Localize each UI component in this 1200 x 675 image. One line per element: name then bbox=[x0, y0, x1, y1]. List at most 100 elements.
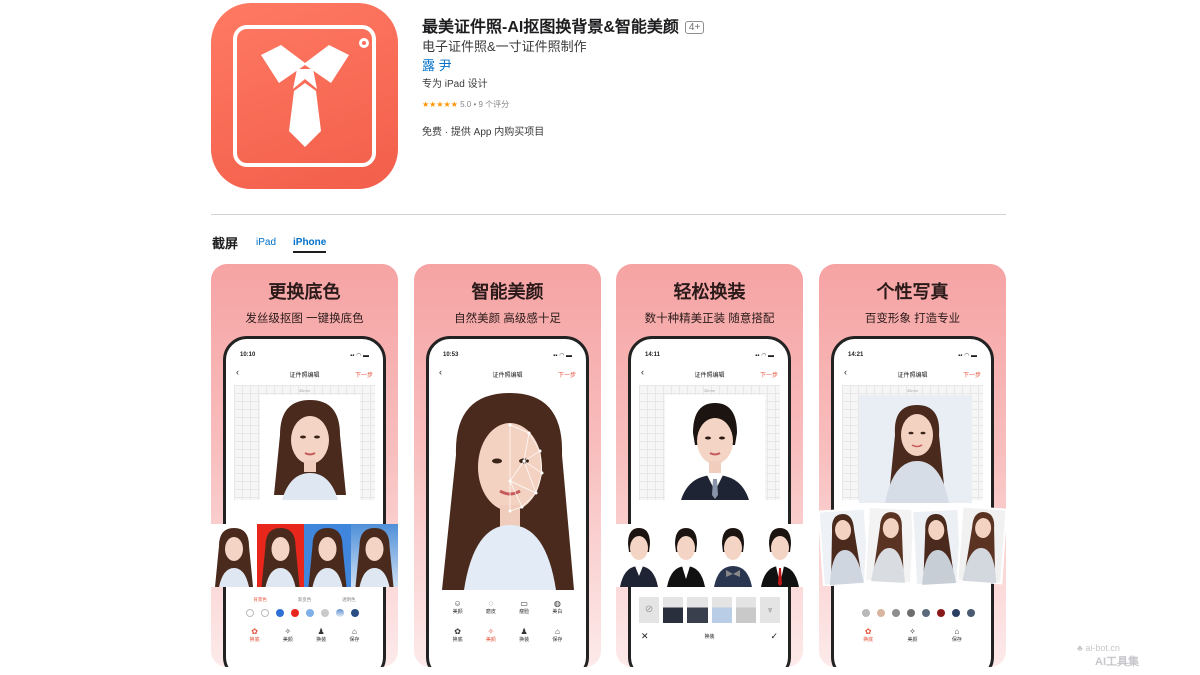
collage-photos bbox=[819, 505, 1006, 587]
screenshot-card-portrait[interactable]: 个性写真 百变形象 打造专业 14:21 ▪▪ ◠ ▬ ‹ 证件照编辑 下一步 … bbox=[819, 264, 1006, 667]
tool-slim[interactable]: ▭ 瘦脸 bbox=[519, 599, 529, 615]
variant-suit-1[interactable] bbox=[616, 524, 662, 587]
portrait-thumb bbox=[261, 528, 300, 587]
swatch-light-blue[interactable] bbox=[306, 609, 314, 617]
outfit-tie[interactable]: ♆ bbox=[759, 597, 781, 623]
tool-beauty[interactable]: ✧ 美颜 bbox=[907, 627, 917, 643]
tool-whiten[interactable]: ◍ 美白 bbox=[552, 599, 562, 615]
card-subtitle: 百变形象 打造专业 bbox=[864, 313, 961, 325]
outfit-shirt-white[interactable] bbox=[735, 597, 756, 623]
tool-label: 换装 bbox=[316, 637, 327, 643]
app-icon bbox=[211, 3, 398, 189]
watermark: ♣ ai-bot.cn AI工具集 bbox=[1077, 643, 1139, 669]
swatch-navy[interactable] bbox=[351, 609, 359, 617]
check-icon[interactable]: ✓ bbox=[770, 631, 778, 642]
section-divider bbox=[211, 214, 1006, 215]
slim-icon: ▭ bbox=[520, 599, 528, 608]
swatch-gray[interactable] bbox=[892, 609, 900, 617]
variant-white[interactable] bbox=[211, 524, 257, 587]
next-button[interactable]: 下一步 bbox=[558, 370, 576, 379]
photo-canvas: 35mm bbox=[639, 385, 780, 500]
swatch-maroon[interactable] bbox=[937, 609, 945, 617]
tie-icon bbox=[261, 45, 349, 147]
next-button[interactable]: 下一步 bbox=[355, 370, 373, 379]
rating-value: 5.0 bbox=[460, 100, 472, 109]
swatch-steel[interactable] bbox=[967, 609, 975, 617]
swatch-slate[interactable] bbox=[922, 609, 930, 617]
swatch-gray[interactable] bbox=[321, 609, 329, 617]
face-icon: ☺ bbox=[453, 599, 462, 608]
nav-bar: ‹ 证件照编辑 下一步 bbox=[226, 367, 383, 381]
swatch-dark-gray[interactable] bbox=[907, 609, 915, 617]
variant-suit-red-tie[interactable] bbox=[757, 524, 803, 587]
tab-solid-color[interactable]: 背景色 bbox=[253, 597, 267, 603]
portrait-thumb bbox=[215, 528, 253, 587]
status-icons: ▪▪ ◠ ▬ bbox=[958, 353, 977, 359]
swatch-beige[interactable] bbox=[877, 609, 885, 617]
variant-suit-2[interactable] bbox=[663, 524, 709, 587]
tool-label: 换底 bbox=[249, 637, 260, 643]
card-subtitle: 发丝级抠图 一键换底色 bbox=[245, 313, 364, 325]
save-icon: ⌂ bbox=[954, 627, 960, 636]
tab-ipad[interactable]: iPad bbox=[256, 237, 276, 248]
tool-save[interactable]: ⌂ 保存 bbox=[349, 627, 359, 643]
swatch-blue[interactable] bbox=[276, 609, 284, 617]
screenshot-card-outfit[interactable]: 轻松换装 数十种精美正装 随意搭配 14:11 ▪▪ ◠ ▬ ‹ 证件照编辑 下… bbox=[616, 264, 803, 667]
swatch-red[interactable] bbox=[291, 609, 299, 617]
screenshot-card-smart-beauty[interactable]: 智能美颜 自然美颜 高级感十足 10:53 ▪▪ ◠ ▬ ‹ 证件照编辑 下一步 bbox=[414, 264, 601, 667]
swatch-navy[interactable] bbox=[952, 609, 960, 617]
portrait-image bbox=[260, 395, 360, 500]
no-outfit-icon[interactable]: ⊘ bbox=[639, 597, 660, 623]
outfit-suit-dark[interactable] bbox=[663, 597, 684, 623]
next-button[interactable]: 下一步 bbox=[760, 370, 778, 379]
tool-beauty-face[interactable]: ☺ 美颜 bbox=[453, 599, 463, 615]
tool-smooth[interactable]: ◌ 磨皮 bbox=[486, 599, 496, 615]
tool-label: 换底 bbox=[452, 637, 463, 643]
card-title: 更换底色 bbox=[268, 282, 341, 302]
rating-count: • 9 个评分 bbox=[473, 100, 510, 109]
tool-save[interactable]: ⌂ 保存 bbox=[952, 627, 962, 643]
variant-blue[interactable] bbox=[304, 524, 351, 587]
outfit-suit-gray[interactable] bbox=[687, 597, 708, 623]
close-icon[interactable]: ✕ bbox=[641, 631, 649, 642]
swatch-gradient-blue[interactable] bbox=[336, 609, 344, 617]
tool-change-bg[interactable]: ✿ 换底 bbox=[863, 627, 873, 643]
bottom-toolbar: ✿ 换底 ✧ 美颜 ♟ 换装 ⌂ 保存 bbox=[441, 627, 574, 643]
variant-gradient[interactable] bbox=[351, 524, 398, 587]
tool-beauty[interactable]: ✧ 美颜 bbox=[283, 627, 293, 643]
watermark-logo-icon: ♣ bbox=[1077, 643, 1083, 653]
developer-link[interactable]: 露 尹 bbox=[422, 55, 452, 74]
portrait-thumb bbox=[761, 528, 799, 587]
swatch-silver[interactable] bbox=[862, 609, 870, 617]
tool-outfit[interactable]: ♟ 换装 bbox=[519, 627, 529, 643]
tool-label: 保存 bbox=[951, 637, 962, 643]
tool-change-bg[interactable]: ✿ 换底 bbox=[250, 627, 260, 643]
tool-label: 美颜 bbox=[452, 609, 463, 615]
tab-transparent-color[interactable]: 透明色 bbox=[342, 597, 356, 603]
tool-label: 换底 bbox=[863, 637, 874, 643]
screenshot-card-change-background[interactable]: 更换底色 发丝级抠图 一键换底色 10:10 ▪▪ ◠ ▬ ‹ 证件照编辑 下一… bbox=[211, 264, 398, 667]
tab-gradient-color[interactable]: 渐变色 bbox=[298, 597, 312, 603]
outfit-shirt-blue[interactable] bbox=[711, 597, 732, 623]
price-info: 免费 · 提供 App 内购买项目 bbox=[422, 127, 545, 138]
status-icons: ▪▪ ◠ ▬ bbox=[350, 353, 369, 359]
tool-beauty[interactable]: ✧ 美颜 bbox=[486, 627, 496, 643]
swatch-white[interactable] bbox=[261, 609, 269, 617]
app-title: 最美证件照-AI抠图换背景&智能美颜 4+ bbox=[422, 13, 705, 37]
card-title: 个性写真 bbox=[876, 282, 949, 302]
variant-suit-bow[interactable] bbox=[710, 524, 756, 587]
next-button[interactable]: 下一步 bbox=[963, 370, 981, 379]
portrait-thumb bbox=[714, 528, 752, 587]
tab-iphone[interactable]: iPhone bbox=[293, 237, 327, 253]
color-tabs[interactable]: 背景色 渐变色 透明色 bbox=[238, 597, 371, 603]
tool-change-bg[interactable]: ✿ 换底 bbox=[453, 627, 463, 643]
tool-outfit[interactable]: ♟ 换装 bbox=[316, 627, 326, 643]
variant-red[interactable] bbox=[257, 524, 304, 587]
portrait-collage bbox=[819, 504, 1006, 587]
size-label: 35mm bbox=[906, 388, 919, 393]
portrait-thumb bbox=[355, 528, 394, 587]
no-color-swatch[interactable] bbox=[246, 609, 254, 617]
tool-label: 换装 bbox=[519, 637, 530, 643]
tool-save[interactable]: ⌂ 保存 bbox=[552, 627, 562, 643]
save-icon: ⌂ bbox=[351, 627, 357, 636]
